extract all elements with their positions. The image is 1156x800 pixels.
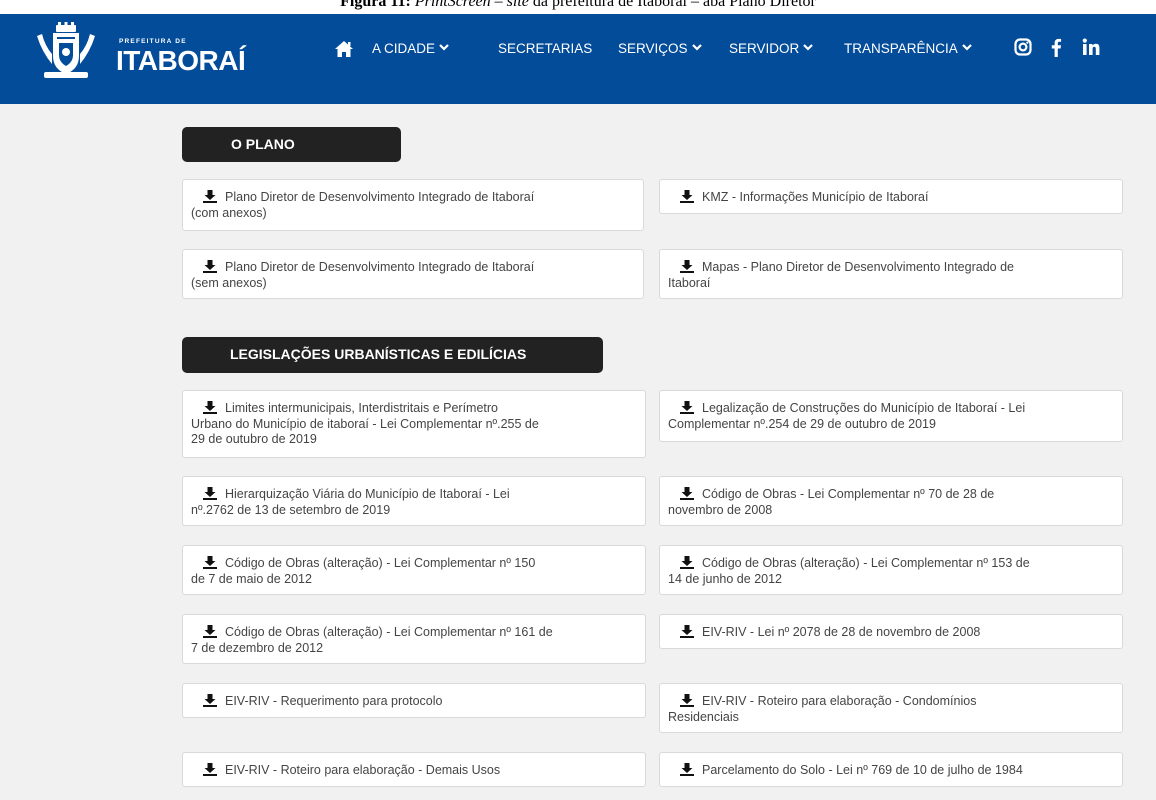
download-icon: [680, 694, 694, 707]
doc-link-text: Mapas - Plano Diretor de Desenvolvimento…: [702, 260, 1014, 274]
nav-servidor[interactable]: SERVIDOR: [729, 41, 814, 56]
doc-link[interactable]: Código de Obras (alteração) - Lei Comple…: [182, 614, 646, 664]
figure-caption: Figura 11: PrintScreen – site da prefeit…: [0, 0, 1156, 14]
section-title-o-plano: O PLANO: [182, 127, 401, 162]
chevron-down-icon: [962, 44, 972, 51]
download-icon: [680, 556, 694, 569]
download-icon: [203, 401, 217, 414]
doc-link[interactable]: Plano Diretor de Desenvolvimento Integra…: [182, 179, 644, 231]
caption-text: da prefeitura de Itaboraí – aba Plano Di…: [528, 0, 816, 10]
doc-link-text: (com anexos): [191, 205, 267, 220]
doc-link-text: (sem anexos): [191, 275, 267, 290]
coat-of-arms-icon[interactable]: [34, 22, 98, 80]
nav-servicos-label: SERVIÇOS: [618, 41, 688, 56]
nav-servidor-label: SERVIDOR: [729, 41, 800, 56]
download-icon: [203, 487, 217, 500]
doc-link-text: Código de Obras - Lei Complementar nº 70…: [702, 487, 995, 501]
doc-link-text: 14 de junho de 2012: [668, 571, 782, 586]
doc-link-text: Legalização de Construções do Município …: [702, 401, 1026, 415]
doc-link[interactable]: EIV-RIV - Roteiro para elaboração - Cond…: [659, 683, 1123, 733]
chevron-down-icon: [691, 44, 702, 51]
doc-link[interactable]: Mapas - Plano Diretor de Desenvolvimento…: [659, 249, 1123, 299]
doc-link[interactable]: Código de Obras - Lei Complementar nº 70…: [659, 476, 1123, 526]
doc-link[interactable]: Código de Obras (alteração) - Lei Comple…: [659, 545, 1123, 595]
doc-link-text: EIV-RIV - Roteiro para elaboração - Cond…: [702, 694, 977, 708]
download-icon: [680, 260, 694, 273]
nav-secretarias-label: SECRETARIAS: [498, 41, 593, 56]
download-icon: [680, 763, 694, 776]
doc-link-text: EIV-RIV - Lei nº 2078 de 28 de novembro …: [702, 625, 981, 639]
download-icon: [680, 625, 694, 638]
caption-italic: PrintScreen – site: [414, 0, 529, 10]
doc-link[interactable]: Plano Diretor de Desenvolvimento Integra…: [182, 249, 644, 299]
doc-link-text: Urbano do Município de itaboraí - Lei Co…: [191, 416, 539, 431]
chevron-down-icon: [803, 44, 814, 51]
section-title-label: LEGISLAÇÕES URBANÍSTICAS E EDILÍCIAS: [230, 346, 527, 362]
doc-link-text: Plano Diretor de Desenvolvimento Integra…: [225, 260, 535, 274]
doc-link[interactable]: KMZ - Informações Município de Itaboraí: [659, 179, 1123, 214]
doc-link-text: Código de Obras (alteração) - Lei Comple…: [225, 556, 536, 570]
download-icon: [203, 763, 217, 776]
doc-link[interactable]: Limites intermunicipais, Interdistritais…: [182, 390, 646, 458]
nav-a-cidade[interactable]: A CIDADE: [372, 41, 449, 56]
doc-link[interactable]: Legalização de Construções do Município …: [659, 390, 1123, 442]
chevron-down-icon: [439, 44, 449, 51]
download-icon: [203, 694, 217, 707]
section-title-legislacoes: LEGISLAÇÕES URBANÍSTICAS E EDILÍCIAS: [182, 337, 603, 373]
doc-link-text: Limites intermunicipais, Interdistritais…: [225, 401, 499, 415]
nav-secretarias[interactable]: SECRETARIAS: [498, 41, 592, 56]
doc-link-text: 29 de outubro de 2019: [191, 432, 317, 446]
logo-subtitle: PREFEITURA DE: [119, 38, 187, 45]
logo-title[interactable]: ITABORAÍ: [116, 45, 246, 77]
doc-link-text: Parcelamento do Solo - Lei nº 769 de 10 …: [702, 763, 1023, 777]
doc-link-text: 7 de dezembro de 2012: [191, 640, 324, 655]
doc-link-text: EIV-RIV - Requerimento para protocolo: [225, 694, 443, 708]
download-icon: [203, 190, 217, 203]
doc-link-text: Hierarquização Viária do Município de It…: [225, 487, 510, 501]
instagram-icon[interactable]: [1014, 38, 1032, 56]
download-icon: [680, 401, 694, 414]
doc-link[interactable]: EIV-RIV - Roteiro para elaboração - Dema…: [182, 752, 646, 787]
caption-prefix: Figura 11:: [340, 0, 411, 10]
section-title-label: O PLANO: [231, 136, 295, 152]
doc-link[interactable]: Hierarquização Viária do Município de It…: [182, 476, 646, 526]
doc-link[interactable]: EIV-RIV - Lei nº 2078 de 28 de novembro …: [659, 614, 1123, 649]
facebook-icon[interactable]: [1050, 38, 1062, 57]
doc-link-text: EIV-RIV - Roteiro para elaboração - Dema…: [225, 763, 501, 777]
doc-link-text: Código de Obras (alteração) - Lei Comple…: [225, 625, 553, 639]
linkedin-icon[interactable]: [1082, 38, 1100, 56]
download-icon: [203, 556, 217, 569]
site-header: PREFEITURA DE ITABORAÍ A CIDADE SECRETAR…: [0, 14, 1156, 104]
doc-link[interactable]: EIV-RIV - Requerimento para protocolo: [182, 683, 646, 718]
nav-transparencia-label: TRANSPARÊNCIA: [844, 41, 958, 56]
doc-link-text: Código de Obras (alteração) - Lei Comple…: [702, 556, 1030, 570]
download-icon: [203, 260, 217, 273]
nav-transparencia[interactable]: TRANSPARÊNCIA: [844, 41, 972, 56]
download-icon: [680, 190, 694, 203]
doc-link-text: Complementar nº.254 de 29 de outubro de …: [668, 416, 936, 431]
doc-link[interactable]: Parcelamento do Solo - Lei nº 769 de 10 …: [659, 752, 1123, 787]
home-icon[interactable]: [334, 40, 354, 58]
doc-link-text: de 7 de maio de 2012: [191, 571, 312, 586]
doc-link-text: KMZ - Informações Município de Itaboraí: [702, 190, 929, 204]
nav-a-cidade-label: A CIDADE: [372, 41, 436, 56]
nav-servicos[interactable]: SERVIÇOS: [618, 41, 702, 56]
doc-link-text: Residenciais: [668, 709, 739, 724]
download-icon: [203, 625, 217, 638]
doc-link-text: Itaboraí: [668, 275, 711, 290]
download-icon: [680, 487, 694, 500]
doc-link-text: Plano Diretor de Desenvolvimento Integra…: [225, 190, 535, 204]
doc-link-text: novembro de 2008: [668, 502, 773, 517]
doc-link-text: nº.2762 de 13 de setembro de 2019: [191, 502, 391, 517]
doc-link[interactable]: Código de Obras (alteração) - Lei Comple…: [182, 545, 646, 595]
